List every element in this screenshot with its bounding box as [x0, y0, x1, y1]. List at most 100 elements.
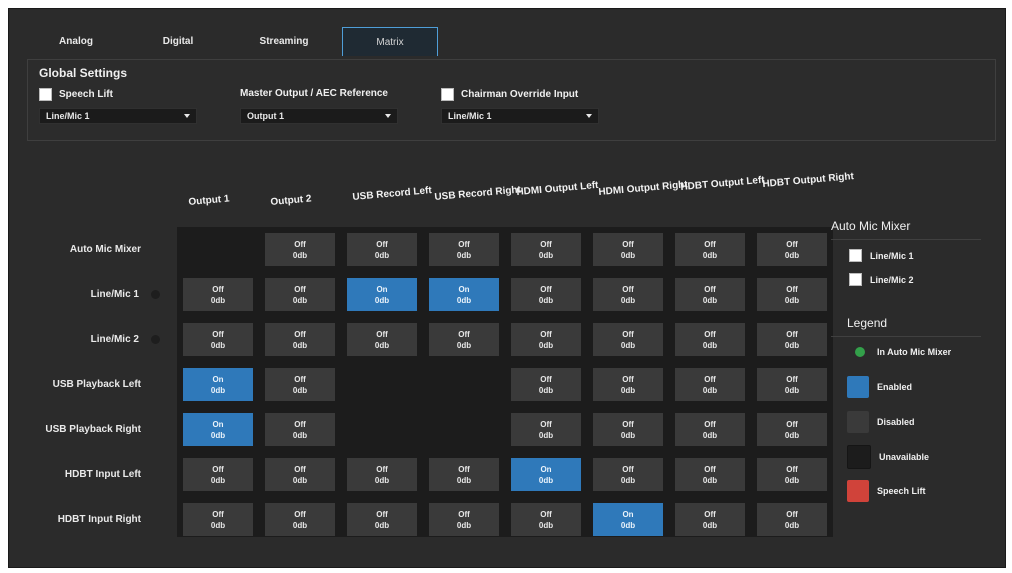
matrix-cell-toggle[interactable]: Off 0db	[265, 323, 335, 356]
tab-analog[interactable]: Analog	[35, 27, 117, 55]
tab-streaming[interactable]: Streaming	[243, 27, 325, 55]
tab-matrix[interactable]: Matrix	[342, 27, 438, 56]
cell-gain: 0db	[702, 520, 718, 530]
matrix-cell-toggle[interactable]: On 0db	[429, 278, 499, 311]
chairman-override-checkbox-label[interactable]: Chairman Override Input	[441, 88, 578, 101]
matrix-cell-toggle[interactable]: Off 0db	[183, 323, 253, 356]
matrix-cell-toggle[interactable]: Off 0db	[265, 278, 335, 311]
matrix-cell-toggle[interactable]: Off 0db	[265, 368, 335, 401]
matrix-cell-toggle[interactable]: Off 0db	[757, 368, 827, 401]
matrix-cell-toggle[interactable]: Off 0db	[593, 458, 663, 491]
tab-digital[interactable]: Digital	[137, 27, 219, 55]
legend-item: Speech Lift	[847, 480, 926, 502]
matrix-cell-toggle[interactable]: On 0db	[593, 503, 663, 536]
cell-state: On	[458, 284, 470, 294]
matrix-cell-toggle[interactable]: Off 0db	[675, 233, 745, 266]
master-output-label-text: Master Output / AEC Reference	[240, 88, 388, 99]
cell-state: Off	[704, 239, 716, 249]
cell-gain: 0db	[292, 250, 308, 260]
matrix-cell-toggle[interactable]: On 0db	[183, 368, 253, 401]
matrix-cell-toggle[interactable]: Off 0db	[347, 503, 417, 536]
matrix-cell-toggle[interactable]: Off 0db	[429, 503, 499, 536]
auto-mic-line-mic-2[interactable]: Line/Mic 2	[849, 273, 914, 286]
line-mic-2-label: Line/Mic 2	[870, 274, 914, 285]
line-mic-2-checkbox[interactable]	[849, 273, 862, 286]
matrix-cell-toggle[interactable]: Off 0db	[429, 233, 499, 266]
cell-gain: 0db	[456, 520, 472, 530]
cell-state: Off	[704, 284, 716, 294]
cell-gain: 0db	[210, 295, 226, 305]
row-label: HDBT Input Left	[64, 469, 141, 480]
legend-item: Enabled	[847, 376, 912, 398]
matrix-cell-toggle[interactable]: Off 0db	[265, 233, 335, 266]
master-output-select[interactable]: Output 1	[240, 108, 398, 124]
matrix-cell-toggle[interactable]: Off 0db	[675, 503, 745, 536]
cell-gain: 0db	[210, 520, 226, 530]
cell-state: Off	[540, 509, 552, 519]
matrix-cell-toggle[interactable]: Off 0db	[675, 458, 745, 491]
matrix-cell-toggle[interactable]: Off 0db	[675, 368, 745, 401]
column-header: USB Record Right	[434, 184, 522, 203]
cell-gain: 0db	[784, 340, 800, 350]
matrix-cell-toggle[interactable]: Off 0db	[429, 458, 499, 491]
matrix-cell-unavailable	[429, 413, 499, 446]
matrix-cell-toggle[interactable]: Off 0db	[675, 323, 745, 356]
matrix-cell-toggle[interactable]: Off 0db	[183, 278, 253, 311]
legend-item: In Auto Mic Mixer	[855, 347, 951, 357]
matrix-cell-toggle[interactable]: Off 0db	[511, 233, 581, 266]
cell-state: Off	[294, 419, 306, 429]
speech-lift-checkbox-label[interactable]: Speech Lift	[39, 88, 113, 101]
matrix-cell-toggle[interactable]: Off 0db	[511, 413, 581, 446]
cell-gain: 0db	[784, 475, 800, 485]
matrix-app-window: Analog Digital Streaming Matrix Global S…	[8, 8, 1006, 568]
cell-gain: 0db	[374, 520, 390, 530]
cell-gain: 0db	[702, 250, 718, 260]
matrix-cell-toggle[interactable]: Off 0db	[593, 278, 663, 311]
cell-state: On	[212, 419, 224, 429]
cell-state: Off	[458, 239, 470, 249]
cell-gain: 0db	[620, 250, 636, 260]
row-label: Line/Mic 2	[90, 334, 139, 345]
matrix-cell-toggle[interactable]: Off 0db	[757, 503, 827, 536]
matrix-cell-toggle[interactable]: Off 0db	[757, 233, 827, 266]
matrix-cell-toggle[interactable]: Off 0db	[675, 278, 745, 311]
matrix-cell-toggle[interactable]: Off 0db	[183, 503, 253, 536]
cell-gain: 0db	[620, 295, 636, 305]
auto-mic-line-mic-1[interactable]: Line/Mic 1	[849, 249, 914, 262]
cell-state: Off	[540, 419, 552, 429]
matrix-cell-toggle[interactable]: Off 0db	[757, 458, 827, 491]
matrix-cell-toggle[interactable]: Off 0db	[265, 413, 335, 446]
matrix-cell-toggle[interactable]: Off 0db	[265, 503, 335, 536]
row-label: USB Playback Left	[52, 379, 141, 390]
matrix-cell-toggle[interactable]: Off 0db	[347, 233, 417, 266]
chairman-override-checkbox[interactable]	[441, 88, 454, 101]
cell-gain: 0db	[456, 295, 472, 305]
matrix-cell-toggle[interactable]: Off 0db	[757, 278, 827, 311]
matrix-cell-toggle[interactable]: Off 0db	[265, 458, 335, 491]
matrix-cell-toggle[interactable]: On 0db	[511, 458, 581, 491]
matrix-cell-toggle[interactable]: Off 0db	[347, 458, 417, 491]
matrix-cell-toggle[interactable]: Off 0db	[757, 413, 827, 446]
matrix-cell-toggle[interactable]: Off 0db	[429, 323, 499, 356]
matrix-cell-toggle[interactable]: Off 0db	[593, 368, 663, 401]
matrix-cell-toggle[interactable]: Off 0db	[593, 323, 663, 356]
matrix-cell-toggle[interactable]: On 0db	[183, 413, 253, 446]
matrix-cell-toggle[interactable]: Off 0db	[183, 458, 253, 491]
matrix-cell-toggle[interactable]: On 0db	[347, 278, 417, 311]
matrix-cell-toggle[interactable]: Off 0db	[675, 413, 745, 446]
speech-lift-select[interactable]: Line/Mic 1	[39, 108, 197, 124]
cell-state: Off	[376, 464, 388, 474]
matrix-cell-toggle[interactable]: Off 0db	[593, 233, 663, 266]
matrix-cell-toggle[interactable]: Off 0db	[757, 323, 827, 356]
chairman-override-select[interactable]: Line/Mic 1	[441, 108, 599, 124]
speech-lift-checkbox[interactable]	[39, 88, 52, 101]
matrix-cell-toggle[interactable]: Off 0db	[511, 503, 581, 536]
cell-state: Off	[704, 509, 716, 519]
matrix-cell-toggle[interactable]: Off 0db	[347, 323, 417, 356]
matrix-cell-toggle[interactable]: Off 0db	[511, 368, 581, 401]
row-label: Line/Mic 1	[90, 289, 139, 300]
matrix-cell-toggle[interactable]: Off 0db	[593, 413, 663, 446]
matrix-cell-toggle[interactable]: Off 0db	[511, 323, 581, 356]
matrix-cell-toggle[interactable]: Off 0db	[511, 278, 581, 311]
line-mic-1-checkbox[interactable]	[849, 249, 862, 262]
